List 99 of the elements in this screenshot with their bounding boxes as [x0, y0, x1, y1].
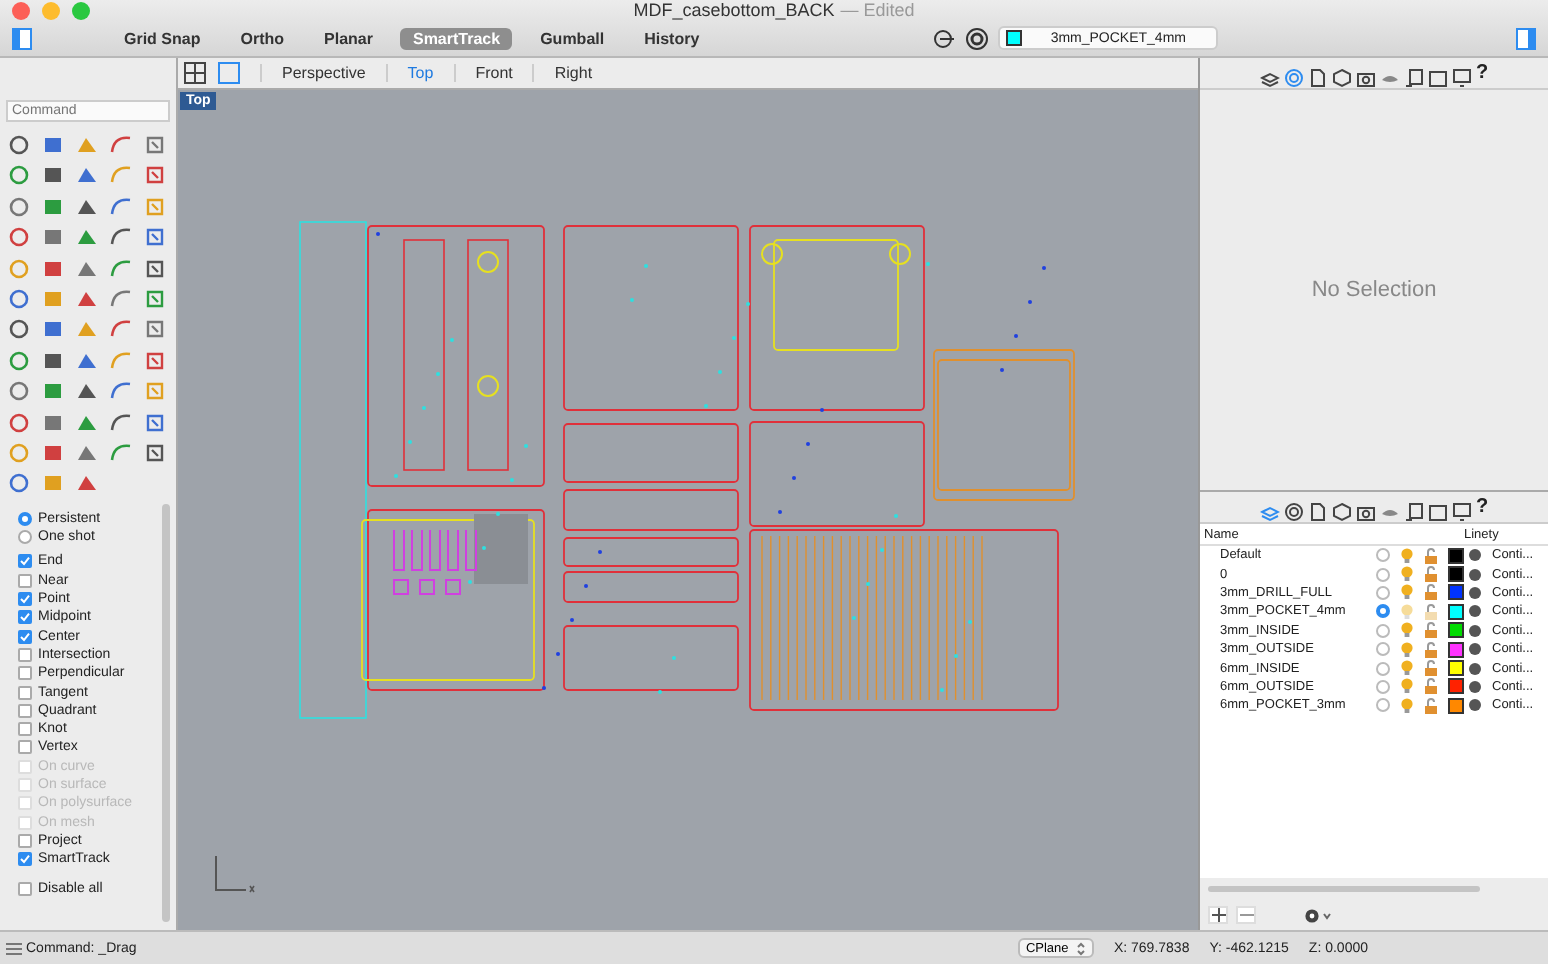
- radio-button[interactable]: [18, 530, 32, 545]
- viewport-tab[interactable]: Front: [453, 64, 533, 82]
- tool-icon[interactable]: [6, 314, 32, 341]
- monitor-icon[interactable]: [1451, 497, 1472, 517]
- close-button[interactable]: [12, 2, 30, 20]
- snap-mode-button[interactable]: Grid Snap: [112, 27, 213, 50]
- radio-button[interactable]: [18, 511, 32, 526]
- snap-mode-button[interactable]: Gumball: [528, 27, 617, 50]
- tool-icon[interactable]: [6, 160, 32, 187]
- checkbox[interactable]: [18, 882, 32, 897]
- layer-color-swatch[interactable]: [1448, 678, 1464, 695]
- checkbox[interactable]: [18, 647, 32, 662]
- lock-icon[interactable]: [1424, 603, 1438, 620]
- viewport-tab[interactable]: Top: [385, 64, 454, 82]
- layer-color-swatch[interactable]: [1448, 584, 1464, 601]
- monitor-icon[interactable]: [1451, 63, 1472, 83]
- tool-icon[interactable]: [108, 376, 134, 403]
- viewport-tab[interactable]: Perspective: [260, 64, 386, 82]
- current-layer-radio[interactable]: [1376, 585, 1390, 600]
- layer-color-swatch[interactable]: [1448, 547, 1464, 564]
- help-icon[interactable]: ?: [1475, 62, 1489, 84]
- bulb-icon[interactable]: [1400, 678, 1414, 695]
- add-button[interactable]: [1208, 906, 1228, 924]
- no-selection-text: No Selection: [1311, 278, 1437, 302]
- target-icon[interactable]: [1283, 497, 1304, 517]
- current-layer-radio[interactable]: [1376, 567, 1390, 582]
- checkbox[interactable]: [18, 722, 32, 737]
- checkbox[interactable]: [18, 703, 32, 718]
- checkbox[interactable]: [18, 592, 32, 607]
- remove-button[interactable]: [1236, 906, 1256, 924]
- tool-icon[interactable]: [108, 130, 134, 156]
- current-layer-radio[interactable]: [1376, 642, 1390, 657]
- tool-icon[interactable]: [6, 468, 32, 495]
- lock-icon[interactable]: [1424, 622, 1438, 639]
- viewport-icon[interactable]: [218, 62, 240, 84]
- bulb-icon[interactable]: [1400, 660, 1414, 677]
- plus-icon: [1211, 908, 1225, 922]
- stepper-icon: [1075, 941, 1086, 955]
- viewport-tab[interactable]: Right: [532, 64, 613, 82]
- layer-color-swatch[interactable]: [1448, 603, 1464, 620]
- sidebar-icon[interactable]: [1516, 27, 1536, 50]
- bulb-icon[interactable]: [1400, 697, 1414, 714]
- bulb-icon[interactable]: [1400, 584, 1414, 601]
- zoom-button[interactable]: [72, 2, 90, 20]
- tool-icon[interactable]: [6, 130, 32, 156]
- axis-icon: [212, 856, 256, 896]
- checkbox[interactable]: [18, 629, 32, 644]
- current-layer-radio[interactable]: [1376, 548, 1390, 563]
- snap-mode-button[interactable]: Planar: [312, 27, 385, 50]
- page-icon[interactable]: [1403, 63, 1424, 83]
- lock-icon[interactable]: [1424, 697, 1438, 714]
- lock-icon[interactable]: [1424, 641, 1438, 658]
- current-layer-radio[interactable]: [1376, 623, 1390, 638]
- checkbox[interactable]: [18, 740, 32, 755]
- bulb-icon[interactable]: [1400, 641, 1414, 658]
- tool-icon[interactable]: [6, 222, 32, 249]
- checkbox[interactable]: [18, 554, 32, 569]
- current-layer-radio[interactable]: [1376, 698, 1390, 713]
- bulb-icon[interactable]: [1400, 547, 1414, 564]
- lock-icon[interactable]: [1424, 660, 1438, 677]
- lock-icon[interactable]: [1424, 678, 1438, 695]
- bulb-icon[interactable]: [1400, 566, 1414, 583]
- edited-status: — Edited: [840, 0, 915, 21]
- lock-icon[interactable]: [1424, 566, 1438, 583]
- tool-icon[interactable]: [108, 222, 134, 249]
- checkbox[interactable]: [18, 833, 32, 848]
- window-title: MDF_casebottom_BACK: [633, 0, 835, 21]
- sidebar-icon[interactable]: [12, 27, 32, 50]
- snap-mode-button[interactable]: Ortho: [228, 27, 297, 50]
- gear-icon[interactable]: [1304, 907, 1332, 923]
- checkbox[interactable]: [18, 685, 32, 699]
- checkbox[interactable]: [18, 573, 32, 588]
- current-layer-radio[interactable]: [1376, 661, 1390, 676]
- current-layer-radio[interactable]: [1376, 679, 1390, 694]
- cube-icon[interactable]: [1331, 63, 1352, 83]
- bulb-icon[interactable]: [1400, 622, 1414, 639]
- snap-mode-button[interactable]: History: [632, 27, 712, 50]
- layer-color-swatch[interactable]: [1448, 641, 1464, 658]
- lock-icon[interactable]: [1424, 584, 1438, 601]
- layer-color-swatch[interactable]: [1448, 697, 1464, 714]
- help-icon[interactable]: ?: [1475, 496, 1489, 518]
- page-icon[interactable]: [1307, 497, 1328, 517]
- layer-color-swatch[interactable]: [1448, 622, 1464, 639]
- grid-icon[interactable]: [184, 62, 206, 84]
- menu-icon[interactable]: [6, 941, 22, 955]
- tool-icon[interactable]: [6, 376, 32, 403]
- checkbox[interactable]: [18, 852, 32, 867]
- current-layer-radio[interactable]: [1376, 604, 1390, 619]
- tool-icon[interactable]: [108, 314, 134, 341]
- minus-icon: [1239, 908, 1253, 922]
- target-icon[interactable]: [965, 27, 988, 50]
- checkbox[interactable]: [18, 610, 32, 625]
- lock-icon[interactable]: [1424, 547, 1438, 564]
- layer-color-swatch[interactable]: [1448, 566, 1464, 583]
- cube-icon[interactable]: [1331, 497, 1352, 517]
- checkbox[interactable]: [18, 666, 32, 681]
- layer-color-swatch[interactable]: [1448, 660, 1464, 677]
- page-icon[interactable]: [1307, 63, 1328, 83]
- page-icon[interactable]: [1403, 497, 1424, 517]
